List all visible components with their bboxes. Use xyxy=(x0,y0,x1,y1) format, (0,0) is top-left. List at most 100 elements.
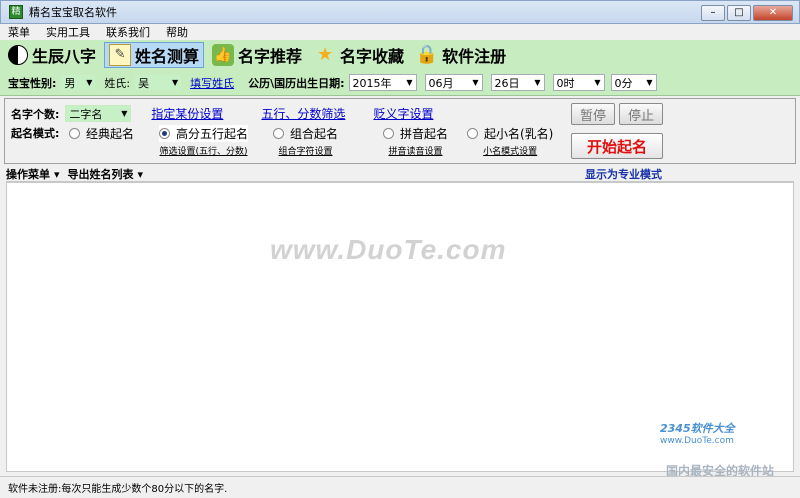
chevron-down-icon: ▼ xyxy=(646,78,653,87)
mode-pinyin-label: 拼音起名 xyxy=(400,127,449,141)
radio-icon[interactable] xyxy=(69,128,80,139)
window-title: 精名宝宝取名软件 xyxy=(29,6,117,19)
star-icon: ★ xyxy=(316,44,334,65)
brand-name: 2345软件大全 xyxy=(660,422,735,435)
mode-wuxing-high[interactable]: 高分五行起名 筛选设置(五行、分数) xyxy=(159,125,249,157)
fill-surname-link[interactable]: 填写姓氏 xyxy=(190,75,234,91)
export-list-dropdown[interactable]: 导出姓名列表 ▾ xyxy=(68,166,144,182)
window-controls: – □ ✕ xyxy=(699,5,793,21)
day-value: 26日 xyxy=(494,76,520,90)
mode-nickname-label: 起小名(乳名) xyxy=(484,127,554,141)
lock-icon: 🔒 xyxy=(415,44,439,65)
mode-nickname[interactable]: 起小名(乳名) 小名模式设置 xyxy=(467,125,553,157)
radio-icon[interactable] xyxy=(273,128,284,139)
menu-item-help[interactable]: 帮助 xyxy=(158,24,196,40)
tab-recommend[interactable]: 👍 名字推荐 xyxy=(208,42,306,68)
day-select[interactable]: 26日 ▼ xyxy=(490,74,545,91)
menu-item-contact[interactable]: 联系我们 xyxy=(98,24,158,40)
status-text: 软件未注册:每次只能生成少数个80分以下的名字. xyxy=(8,484,228,495)
year-value: 2015年 xyxy=(352,76,392,90)
close-button[interactable]: ✕ xyxy=(753,5,793,21)
fixed-char-settings-link[interactable]: 指定某份设置 xyxy=(151,105,223,122)
radio-icon[interactable] xyxy=(467,128,478,139)
naming-options-panel: 名字个数: 二字名 ▼ 指定某份设置 五行、分数筛选 贬义字设置 起名模式: 经典… xyxy=(4,98,796,164)
name-count-value: 二字名 xyxy=(69,107,103,121)
title-bar: 精 精名宝宝取名软件 – □ ✕ xyxy=(0,0,800,24)
app-icon: 精 xyxy=(9,5,23,19)
pinyin-settings-link[interactable]: 拼音读音设置 xyxy=(389,144,443,157)
chevron-down-icon: ▾ xyxy=(54,167,60,181)
surname-select[interactable]: 吴 ▼ xyxy=(134,74,183,91)
options-row-1: 名字个数: 二字名 ▼ 指定某份设置 五行、分数筛选 贬义字设置 xyxy=(11,105,433,122)
tab-register-label: 软件注册 xyxy=(442,47,507,66)
tab-name-analysis-label: 姓名测算 xyxy=(135,47,200,66)
tab-favorites-label: 名字收藏 xyxy=(340,47,405,66)
pause-button[interactable]: 暂停 xyxy=(571,103,615,125)
hour-value: 0时 xyxy=(556,76,575,90)
pro-mode-toggle[interactable]: 显示为专业模式 xyxy=(585,166,662,182)
name-count-select[interactable]: 二字名 ▼ xyxy=(65,105,132,122)
menu-bar: 菜单 实用工具 联系我们 帮助 xyxy=(0,24,800,40)
main-toolbar: 生辰八字 ✎ 姓名测算 👍 名字推荐 ★ 名字收藏 🔒 软件注册 xyxy=(0,40,800,70)
minute-value: 0分 xyxy=(614,76,633,90)
minimize-button[interactable]: – xyxy=(701,5,725,21)
ambiguous-char-settings-link[interactable]: 贬义字设置 xyxy=(373,105,433,122)
name-count-label: 名字个数: xyxy=(11,107,60,121)
wuxing-score-filter-link[interactable]: 五行、分数筛选 xyxy=(261,105,345,122)
radio-icon[interactable] xyxy=(383,128,394,139)
chevron-down-icon: ▾ xyxy=(137,167,144,181)
wuxing-filter-settings-link[interactable]: 筛选设置(五行、分数) xyxy=(159,144,247,157)
menu-item-menu[interactable]: 菜单 xyxy=(0,24,38,40)
mode-classic[interactable]: 经典起名 xyxy=(69,125,134,142)
mode-label: 起名模式: xyxy=(11,127,60,140)
status-bar: 软件未注册:每次只能生成少数个80分以下的名字. xyxy=(0,476,800,498)
notepad-icon: ✎ xyxy=(109,44,132,66)
ops-menu-label: 操作菜单 xyxy=(6,167,50,181)
radio-selected-icon[interactable] xyxy=(159,128,170,139)
export-list-label: 导出姓名列表 xyxy=(67,167,134,181)
chevron-down-icon: ▼ xyxy=(534,78,541,87)
tab-recommend-label: 名字推荐 xyxy=(238,47,303,66)
tab-bazi-label: 生辰八字 xyxy=(32,47,97,66)
watermark-text: www.DuoTe.com xyxy=(270,234,507,265)
nickname-settings-link[interactable]: 小名模式设置 xyxy=(483,144,537,157)
chevron-down-icon: ▼ xyxy=(86,78,93,87)
month-select[interactable]: 06月 ▼ xyxy=(424,74,483,91)
birthdate-label: 公历\国历出生日期: xyxy=(248,76,345,90)
mode-pinyin[interactable]: 拼音起名 拼音读音设置 xyxy=(383,125,448,157)
chevron-down-icon: ▼ xyxy=(171,78,179,87)
menu-item-tools[interactable]: 实用工具 xyxy=(38,24,98,40)
mode-combination-label: 组合起名 xyxy=(290,127,339,141)
year-select[interactable]: 2015年 ▼ xyxy=(348,74,417,91)
month-value: 06月 xyxy=(428,76,454,90)
stop-button[interactable]: 停止 xyxy=(619,103,663,125)
gender-value: 男 xyxy=(64,76,76,90)
chevron-down-icon: ▼ xyxy=(594,78,601,87)
options-row-2: 起名模式: xyxy=(11,125,59,141)
brand-url: www.DuoTe.com xyxy=(660,436,734,446)
minute-select[interactable]: 0分 ▼ xyxy=(610,74,657,91)
surname-label: 姓氏: xyxy=(104,76,131,90)
gender-label: 宝宝性别: xyxy=(8,76,57,90)
settings-row: 宝宝性别: 男 ▼ 姓氏: 吴 ▼ 填写姓氏 公历\国历出生日期: 2015年 ▼ 0… xyxy=(0,70,800,96)
ops-menu-dropdown[interactable]: 操作菜单 ▾ xyxy=(6,166,60,182)
mode-classic-label: 经典起名 xyxy=(86,127,135,141)
tab-bazi[interactable]: 生辰八字 xyxy=(4,42,100,68)
yinyang-icon xyxy=(8,45,28,65)
maximize-button[interactable]: □ xyxy=(727,5,751,21)
brand-logo: 2345软件大全 www.DuoTe.com xyxy=(660,420,798,446)
gender-select[interactable]: 男 ▼ xyxy=(60,74,97,91)
hour-select[interactable]: 0时 ▼ xyxy=(552,74,605,91)
surname-value: 吴 xyxy=(138,76,150,90)
tab-register[interactable]: 🔒 软件注册 xyxy=(412,42,510,68)
mode-wuxing-high-label: 高分五行起名 xyxy=(176,127,249,141)
tab-name-analysis[interactable]: ✎ 姓名测算 xyxy=(104,42,205,68)
chevron-down-icon: ▼ xyxy=(472,78,479,87)
thumbs-up-icon: 👍 xyxy=(212,44,235,66)
mode-combination[interactable]: 组合起名 组合字符设置 xyxy=(273,125,338,157)
chevron-down-icon: ▼ xyxy=(406,78,413,87)
start-naming-button[interactable]: 开始起名 xyxy=(571,133,663,159)
tab-favorites[interactable]: ★ 名字收藏 xyxy=(310,42,408,68)
combination-settings-link[interactable]: 组合字符设置 xyxy=(279,144,333,157)
chevron-down-icon: ▼ xyxy=(121,109,128,118)
